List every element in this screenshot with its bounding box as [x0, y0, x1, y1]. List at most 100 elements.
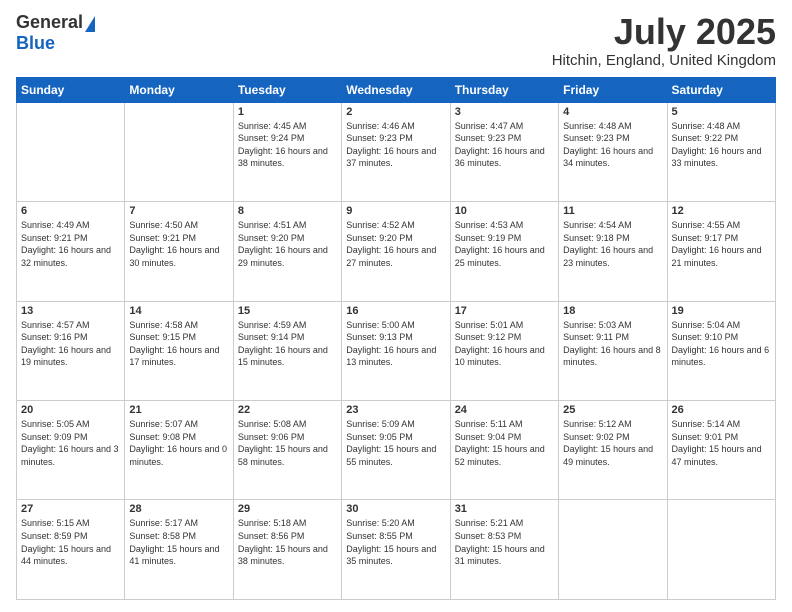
- calendar-cell: 1 Sunrise: 4:45 AMSunset: 9:24 PMDaylight…: [233, 102, 341, 201]
- day-detail: Sunrise: 5:03 AMSunset: 9:11 PMDaylight:…: [563, 319, 662, 369]
- week-row-4: 20 Sunrise: 5:05 AMSunset: 9:09 PMDayligh…: [17, 401, 776, 500]
- calendar-cell: 27Sunrise: 5:15 AMSunset: 8:59 PMDayligh…: [17, 500, 125, 600]
- calendar-cell: 23 Sunrise: 5:09 AMSunset: 9:05 PMDayligh…: [342, 401, 450, 500]
- day-number: 29: [238, 503, 337, 515]
- header-saturday: Saturday: [667, 77, 775, 102]
- day-number: 30: [346, 503, 445, 515]
- day-number: 31: [455, 503, 554, 515]
- calendar-cell: 24 Sunrise: 5:11 AMSunset: 9:04 PMDayligh…: [450, 401, 558, 500]
- header-wednesday: Wednesday: [342, 77, 450, 102]
- calendar-cell: 19Sunrise: 5:04 AMSunset: 9:10 PMDayligh…: [667, 301, 775, 400]
- day-detail: Sunrise: 4:57 AMSunset: 9:16 PMDaylight:…: [21, 319, 120, 369]
- calendar-cell: 12 Sunrise: 4:55 AMSunset: 9:17 PMDayligh…: [667, 202, 775, 301]
- calendar-cell: 8 Sunrise: 4:51 AMSunset: 9:20 PMDaylight…: [233, 202, 341, 301]
- day-number: 6: [21, 205, 120, 217]
- day-detail: Sunrise: 5:11 AMSunset: 9:04 PMDaylight:…: [455, 418, 554, 468]
- day-number: 10: [455, 205, 554, 217]
- calendar-cell: 29 Sunrise: 5:18 AMSunset: 8:56 PMDayligh…: [233, 500, 341, 600]
- day-detail: Sunrise: 4:45 AMSunset: 9:24 PMDaylight:…: [238, 120, 337, 170]
- calendar-cell: 31Sunrise: 5:21 AMSunset: 8:53 PMDayligh…: [450, 500, 558, 600]
- calendar-cell: 15 Sunrise: 4:59 AMSunset: 9:14 PMDayligh…: [233, 301, 341, 400]
- day-detail: Sunrise: 5:09 AMSunset: 9:05 PMDaylight:…: [346, 418, 445, 468]
- day-number: 24: [455, 404, 554, 416]
- day-number: 1: [238, 106, 337, 118]
- day-detail: Sunrise: 5:17 AMSunset: 8:58 PMDaylight:…: [129, 517, 228, 567]
- calendar-cell: 17 Sunrise: 5:01 AMSunset: 9:12 PMDayligh…: [450, 301, 558, 400]
- day-number: 26: [672, 404, 771, 416]
- day-number: 5: [672, 106, 771, 118]
- day-number: 22: [238, 404, 337, 416]
- calendar-cell: 13 Sunrise: 4:57 AMSunset: 9:16 PMDayligh…: [17, 301, 125, 400]
- day-detail: Sunrise: 4:54 AMSunset: 9:18 PMDaylight:…: [563, 219, 662, 269]
- day-number: 18: [563, 305, 662, 317]
- day-detail: Sunrise: 5:00 AMSunset: 9:13 PMDaylight:…: [346, 319, 445, 369]
- day-number: 21: [129, 404, 228, 416]
- day-number: 12: [672, 205, 771, 217]
- day-number: 17: [455, 305, 554, 317]
- logo-general-text: General: [16, 12, 83, 33]
- calendar-cell: 18 Sunrise: 5:03 AMSunset: 9:11 PMDayligh…: [559, 301, 667, 400]
- day-detail: Sunrise: 5:05 AMSunset: 9:09 PMDaylight:…: [21, 418, 120, 468]
- day-number: 16: [346, 305, 445, 317]
- calendar-cell: 22 Sunrise: 5:08 AMSunset: 9:06 PMDayligh…: [233, 401, 341, 500]
- day-detail: Sunrise: 4:46 AMSunset: 9:23 PMDaylight:…: [346, 120, 445, 170]
- day-number: 19: [672, 305, 771, 317]
- day-number: 23: [346, 404, 445, 416]
- header: General Blue July 2025 Hitchin, England,…: [16, 12, 776, 69]
- calendar-cell: 14Sunrise: 4:58 AMSunset: 9:15 PMDayligh…: [125, 301, 233, 400]
- day-detail: Sunrise: 5:07 AMSunset: 9:08 PMDaylight:…: [129, 418, 228, 468]
- page: General Blue July 2025 Hitchin, England,…: [0, 0, 792, 612]
- day-detail: Sunrise: 4:55 AMSunset: 9:17 PMDaylight:…: [672, 219, 771, 269]
- day-number: 15: [238, 305, 337, 317]
- day-number: 27: [21, 503, 120, 515]
- day-detail: Sunrise: 5:12 AMSunset: 9:02 PMDaylight:…: [563, 418, 662, 468]
- calendar-cell: 20 Sunrise: 5:05 AMSunset: 9:09 PMDayligh…: [17, 401, 125, 500]
- day-number: 3: [455, 106, 554, 118]
- day-number: 13: [21, 305, 120, 317]
- day-detail: Sunrise: 5:18 AMSunset: 8:56 PMDaylight:…: [238, 517, 337, 567]
- day-detail: Sunrise: 4:59 AMSunset: 9:14 PMDaylight:…: [238, 319, 337, 369]
- calendar-cell: 11 Sunrise: 4:54 AMSunset: 9:18 PMDayligh…: [559, 202, 667, 301]
- calendar-location: Hitchin, England, United Kingdom: [552, 52, 776, 69]
- calendar-cell: 10 Sunrise: 4:53 AMSunset: 9:19 PMDayligh…: [450, 202, 558, 301]
- day-detail: Sunrise: 5:08 AMSunset: 9:06 PMDaylight:…: [238, 418, 337, 468]
- calendar-table: Sunday Monday Tuesday Wednesday Thursday…: [16, 77, 776, 600]
- calendar-cell: 5 Sunrise: 4:48 AMSunset: 9:22 PMDaylight…: [667, 102, 775, 201]
- day-detail: Sunrise: 4:48 AMSunset: 9:22 PMDaylight:…: [672, 120, 771, 170]
- day-number: 7: [129, 205, 228, 217]
- week-row-3: 13 Sunrise: 4:57 AMSunset: 9:16 PMDayligh…: [17, 301, 776, 400]
- day-number: 4: [563, 106, 662, 118]
- calendar-header-row: Sunday Monday Tuesday Wednesday Thursday…: [17, 77, 776, 102]
- day-detail: Sunrise: 4:49 AMSunset: 9:21 PMDaylight:…: [21, 219, 120, 269]
- calendar-cell: 2 Sunrise: 4:46 AMSunset: 9:23 PMDaylight…: [342, 102, 450, 201]
- calendar-cell: 9Sunrise: 4:52 AMSunset: 9:20 PMDaylight…: [342, 202, 450, 301]
- day-number: 2: [346, 106, 445, 118]
- day-number: 28: [129, 503, 228, 515]
- calendar-cell: 21 Sunrise: 5:07 AMSunset: 9:08 PMDayligh…: [125, 401, 233, 500]
- calendar-cell: [125, 102, 233, 201]
- calendar-cell: 4Sunrise: 4:48 AMSunset: 9:23 PMDaylight…: [559, 102, 667, 201]
- day-number: 11: [563, 205, 662, 217]
- calendar-cell: 6 Sunrise: 4:49 AMSunset: 9:21 PMDaylight…: [17, 202, 125, 301]
- calendar-cell: 3 Sunrise: 4:47 AMSunset: 9:23 PMDaylight…: [450, 102, 558, 201]
- day-number: 20: [21, 404, 120, 416]
- calendar-cell: [667, 500, 775, 600]
- calendar-cell: 28 Sunrise: 5:17 AMSunset: 8:58 PMDayligh…: [125, 500, 233, 600]
- day-detail: Sunrise: 5:14 AMSunset: 9:01 PMDaylight:…: [672, 418, 771, 468]
- calendar-cell: 7 Sunrise: 4:50 AMSunset: 9:21 PMDaylight…: [125, 202, 233, 301]
- header-sunday: Sunday: [17, 77, 125, 102]
- title-block: July 2025 Hitchin, England, United Kingd…: [552, 12, 776, 69]
- day-detail: Sunrise: 4:51 AMSunset: 9:20 PMDaylight:…: [238, 219, 337, 269]
- logo-triangle-icon: [85, 16, 95, 32]
- day-number: 8: [238, 205, 337, 217]
- day-detail: Sunrise: 4:53 AMSunset: 9:19 PMDaylight:…: [455, 219, 554, 269]
- day-number: 14: [129, 305, 228, 317]
- day-detail: Sunrise: 4:50 AMSunset: 9:21 PMDaylight:…: [129, 219, 228, 269]
- calendar-cell: 26 Sunrise: 5:14 AMSunset: 9:01 PMDayligh…: [667, 401, 775, 500]
- day-number: 9: [346, 205, 445, 217]
- day-number: 25: [563, 404, 662, 416]
- day-detail: Sunrise: 5:20 AMSunset: 8:55 PMDaylight:…: [346, 517, 445, 567]
- day-detail: Sunrise: 5:01 AMSunset: 9:12 PMDaylight:…: [455, 319, 554, 369]
- day-detail: Sunrise: 4:47 AMSunset: 9:23 PMDaylight:…: [455, 120, 554, 170]
- logo-blue-text: Blue: [16, 33, 55, 54]
